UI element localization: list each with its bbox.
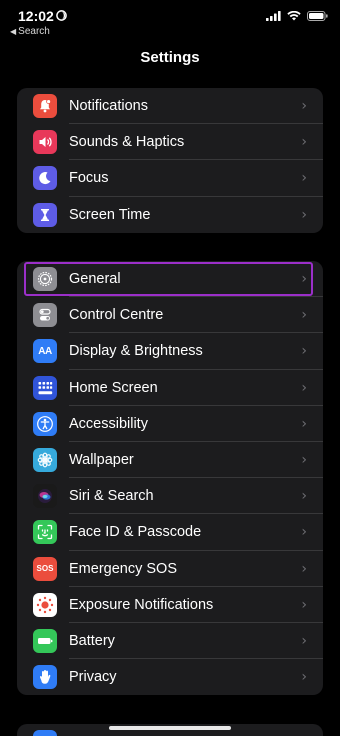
app-grid-icon	[33, 375, 57, 400]
siri-icon	[33, 484, 57, 509]
speaker-icon	[33, 130, 57, 155]
home-indicator[interactable]	[109, 726, 231, 730]
chevron-right-icon: ›	[301, 170, 307, 187]
settings-row-general[interactable]: General ›	[17, 261, 323, 298]
cellular-signal-icon	[266, 11, 281, 21]
settings-row-accessibility[interactable]: Accessibility ›	[17, 406, 323, 442]
bell-icon	[33, 94, 57, 118]
row-label: Focus	[69, 170, 109, 187]
hourglass-icon	[33, 202, 57, 227]
focus-moon-icon	[56, 10, 67, 21]
battery-icon	[33, 628, 57, 653]
settings-group-1: Notifications › Sounds & Haptics › Focus…	[17, 88, 323, 233]
chevron-right-icon: ›	[301, 560, 307, 577]
settings-group-2: General › Control Centre › AA Display & …	[17, 261, 323, 696]
text-size-icon: AA	[33, 339, 57, 364]
chevron-right-icon: ›	[301, 488, 307, 505]
page-title: Settings	[140, 49, 200, 66]
app-store-icon	[33, 730, 57, 736]
toggles-icon	[33, 303, 57, 328]
chevron-right-icon: ›	[301, 524, 307, 541]
hand-icon	[33, 665, 57, 690]
settings-row-battery[interactable]: Battery ›	[17, 623, 323, 660]
sos-icon: SOS	[33, 556, 57, 581]
settings-row-focus[interactable]: Focus ›	[17, 160, 323, 197]
settings-row-privacy[interactable]: Privacy ›	[17, 659, 323, 695]
settings-row-emergency-sos[interactable]: SOS Emergency SOS ›	[17, 551, 323, 587]
settings-row-notifications[interactable]: Notifications ›	[17, 88, 323, 125]
settings-row-sounds-haptics[interactable]: Sounds & Haptics ›	[17, 124, 323, 161]
row-label: Notifications	[69, 98, 148, 115]
chevron-right-icon: ›	[301, 415, 307, 432]
back-to-search-link[interactable]: ◀ Search	[10, 26, 50, 37]
row-label: Display & Brightness	[69, 343, 203, 360]
status-icons	[266, 11, 328, 21]
row-label: Wallpaper	[69, 452, 134, 469]
accessibility-icon	[33, 411, 57, 436]
exposure-icon	[33, 592, 57, 617]
row-label: Face ID & Passcode	[69, 524, 202, 541]
moon-icon	[33, 166, 57, 191]
wifi-icon	[287, 11, 301, 21]
gear-icon	[33, 267, 57, 291]
chevron-right-icon: ›	[301, 307, 307, 324]
settings-row-wallpaper[interactable]: Wallpaper ›	[17, 442, 323, 479]
row-label: Exposure Notifications	[69, 596, 214, 613]
settings-row-home-screen[interactable]: Home Screen ›	[17, 370, 323, 406]
chevron-right-icon: ›	[301, 134, 307, 151]
chevron-right-icon: ›	[301, 596, 307, 613]
row-label: Control Centre	[69, 307, 164, 324]
row-label: General	[69, 271, 121, 288]
chevron-right-icon: ›	[301, 452, 307, 469]
chevron-right-icon: ›	[301, 379, 307, 396]
battery-status-icon	[307, 11, 328, 21]
chevron-right-icon: ›	[301, 206, 307, 223]
row-label: Home Screen	[69, 379, 158, 396]
face-id-icon	[33, 520, 57, 545]
row-label: Privacy	[69, 669, 117, 686]
row-label: Emergency SOS	[69, 560, 177, 577]
row-label: Siri & Search	[69, 488, 154, 505]
status-time: 12:02	[18, 8, 54, 24]
back-triangle-icon: ◀	[10, 27, 17, 36]
flower-icon	[33, 447, 57, 472]
settings-row-control-centre[interactable]: Control Centre ›	[17, 297, 323, 334]
row-label: Screen Time	[69, 206, 151, 223]
chevron-right-icon: ›	[301, 343, 307, 360]
sos-glyph: SOS	[36, 564, 54, 573]
back-link-label: Search	[18, 26, 50, 37]
settings-row-exposure-notifications[interactable]: Exposure Notifications ›	[17, 587, 323, 623]
chevron-right-icon: ›	[301, 669, 307, 686]
settings-row-screen-time[interactable]: Screen Time ›	[17, 197, 323, 233]
text-size-glyph: AA	[38, 345, 52, 357]
row-label: Battery	[69, 632, 115, 649]
status-bar: 12:02 ◀ Search	[0, 0, 340, 40]
settings-row-display-brightness[interactable]: AA Display & Brightness ›	[17, 333, 323, 370]
chevron-right-icon: ›	[301, 98, 307, 115]
row-label: Sounds & Haptics	[69, 134, 185, 151]
row-label: Accessibility	[69, 415, 148, 432]
settings-row-face-id-passcode[interactable]: Face ID & Passcode ›	[17, 514, 323, 551]
chevron-right-icon: ›	[301, 271, 307, 288]
chevron-right-icon: ›	[301, 632, 307, 649]
settings-row-siri-search[interactable]: Siri & Search ›	[17, 478, 323, 515]
